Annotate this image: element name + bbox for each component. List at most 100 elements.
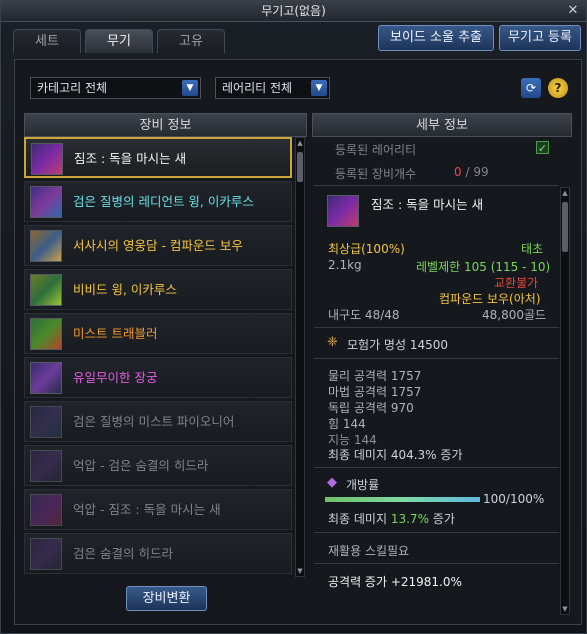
durability-text: 내구도 48/48 xyxy=(328,308,400,322)
equipment-list: 짐조 : 독을 마시는 새 검은 질병의 레디언트 윙, 이카루스 서사시의 영… xyxy=(24,137,294,577)
divider xyxy=(314,467,559,468)
scroll-down-icon[interactable]: ▼ xyxy=(296,566,304,576)
divider xyxy=(314,532,559,533)
bow-icon xyxy=(30,450,62,482)
bow-icon xyxy=(30,186,62,218)
item-name: 검은 숨결의 히드라 xyxy=(73,546,173,561)
chevron-down-icon[interactable]: ▼ xyxy=(311,80,327,96)
rupture-progress-fill xyxy=(325,497,480,502)
final-damage-text: 최종 데미지 404.3% 증가 xyxy=(328,448,463,462)
bow-icon xyxy=(30,494,62,526)
tab-weapon[interactable]: 무기 xyxy=(85,29,153,53)
stat-line: 물리 공격력 1757 xyxy=(328,369,422,383)
tab-bar: 세트 무기 고유 xyxy=(13,29,225,53)
rarity-filter-value: 레어리티 전체 xyxy=(222,81,293,95)
detail-scrollbar[interactable]: ▲ ▼ xyxy=(560,187,570,615)
bow-icon xyxy=(30,406,62,438)
item-name: 짐조 : 독을 마시는 새 xyxy=(74,151,187,166)
bow-icon xyxy=(30,274,62,306)
stat-line: 힘 144 xyxy=(328,417,366,431)
item-name: 미스트 트래블러 xyxy=(73,326,158,341)
equipment-info-header: 장비 정보 xyxy=(24,113,307,137)
rupture-progress-bar xyxy=(325,497,480,502)
rupture-icon: ◆ xyxy=(327,475,337,490)
arsenal-window: 무기고(없음) ✕ 세트 무기 고유 보이드 소울 추출 무기고 등록 카테고리… xyxy=(0,0,587,634)
stat-line: 마법 공격력 1757 xyxy=(328,385,422,399)
divider xyxy=(314,563,559,564)
list-item[interactable]: 억압 - 검은 숨결의 히드라 xyxy=(24,445,292,486)
chevron-down-icon[interactable]: ▼ xyxy=(182,80,198,96)
fame-icon: ❈ xyxy=(327,335,338,350)
bow-icon xyxy=(30,230,62,262)
bow-icon xyxy=(31,143,63,175)
arsenal-register-button[interactable]: 무기고 등록 xyxy=(499,25,581,51)
equip-convert-button[interactable]: 장비변환 xyxy=(126,586,207,611)
item-name: 서사시의 영웅담 - 컴파운드 보우 xyxy=(73,238,243,253)
registered-count-label: 등록된 장비개수 xyxy=(335,167,417,181)
list-item[interactable]: 비비드 윙, 이카루스 xyxy=(24,269,292,310)
void-soul-extract-button[interactable]: 보이드 소울 추출 xyxy=(378,25,494,51)
rupture-label: 개방률 xyxy=(346,478,380,492)
element-text: 태초 xyxy=(521,242,544,256)
detail-item-name: 짐조 : 독을 마시는 새 xyxy=(371,197,484,212)
item-name: 유일무이한 장궁 xyxy=(73,370,158,385)
bow-icon xyxy=(30,318,62,350)
item-name: 검은 질병의 레디언트 윙, 이카루스 xyxy=(73,194,254,209)
detail-info-header: 세부 정보 xyxy=(312,113,572,137)
item-name: 억압 - 짐조 : 독을 마시는 새 xyxy=(73,502,221,517)
stat-line: 독립 공격력 970 xyxy=(328,401,414,415)
rarity-filter-select[interactable]: 레어리티 전체 ▼ xyxy=(215,77,330,99)
price-text: 48,800골드 xyxy=(482,308,547,322)
list-item[interactable]: 짐조 : 독을 마시는 새 xyxy=(24,137,292,178)
checkbox-checked-icon[interactable]: ✓ xyxy=(536,141,549,155)
grade-text: 최상급(100%) xyxy=(328,242,405,256)
list-item[interactable]: 미스트 트래블러 xyxy=(24,313,292,354)
bow-icon xyxy=(30,538,62,570)
divider xyxy=(314,185,559,186)
registered-rarity-label: 등록된 레어리티 xyxy=(335,143,417,157)
divider xyxy=(314,358,559,359)
bow-icon xyxy=(327,195,359,227)
window-title: 무기고(없음) xyxy=(261,4,326,18)
registered-count-current: 0 xyxy=(454,165,462,179)
weight-text: 2.1kg xyxy=(328,258,362,272)
registered-count-max: / 99 xyxy=(461,165,489,179)
final-damage2-label: 최종 데미지 xyxy=(328,512,391,526)
equipment-list-scrollbar[interactable]: ▲ ▼ xyxy=(295,137,305,577)
registered-count: 0 / 99 xyxy=(454,165,489,179)
list-item[interactable]: 검은 질병의 레디언트 윙, 이카루스 xyxy=(24,181,292,222)
attack-increase-text: 공격력 증가 +21981.0% xyxy=(328,575,462,589)
refresh-icon[interactable]: ⟳ xyxy=(521,78,541,98)
divider xyxy=(314,327,559,328)
list-item[interactable]: 억압 - 짐조 : 독을 마시는 새 xyxy=(24,489,292,530)
tab-set[interactable]: 세트 xyxy=(13,29,81,53)
list-item[interactable]: 서사시의 영웅담 - 컴파운드 보우 xyxy=(24,225,292,266)
level-limit-text: 레벨제한 105 (115 - 10) xyxy=(416,260,551,274)
final-damage2-text: 최종 데미지 13.7% 증가 xyxy=(328,510,455,527)
scroll-up-icon[interactable]: ▲ xyxy=(561,188,569,198)
category-filter-value: 카테고리 전체 xyxy=(37,81,108,95)
help-icon[interactable]: ? xyxy=(548,78,568,98)
item-name: 검은 질병의 미스트 파이오니어 xyxy=(73,414,235,429)
final-damage2-suffix: 증가 xyxy=(428,512,455,526)
scroll-down-icon[interactable]: ▼ xyxy=(561,604,569,614)
trade-status-text: 교환불가 xyxy=(494,276,539,290)
weapon-type-text: 컴파운드 보우(아처) xyxy=(439,292,541,306)
bow-icon xyxy=(30,362,62,394)
tab-unique[interactable]: 고유 xyxy=(157,29,225,53)
category-filter-select[interactable]: 카테고리 전체 ▼ xyxy=(30,77,201,99)
item-name: 억압 - 검은 숨결의 히드라 xyxy=(73,458,209,473)
reuse-skill-text: 재활용 스킬필요 xyxy=(328,544,410,558)
fame-text: 모험가 명성 14500 xyxy=(347,338,449,352)
final-damage2-value: 13.7% xyxy=(390,512,429,526)
list-item[interactable]: 검은 숨결의 히드라 xyxy=(24,533,292,574)
rupture-value: 100/100% xyxy=(483,492,545,506)
title-bar: 무기고(없음) ✕ xyxy=(1,1,586,22)
list-item[interactable]: 유일무이한 장궁 xyxy=(24,357,292,398)
scroll-thumb[interactable] xyxy=(562,202,568,252)
scroll-up-icon[interactable]: ▲ xyxy=(296,138,304,148)
close-icon[interactable]: ✕ xyxy=(566,4,580,18)
list-item[interactable]: 검은 질병의 미스트 파이오니어 xyxy=(24,401,292,442)
item-name: 비비드 윙, 이카루스 xyxy=(73,282,177,297)
scroll-thumb[interactable] xyxy=(297,152,303,182)
